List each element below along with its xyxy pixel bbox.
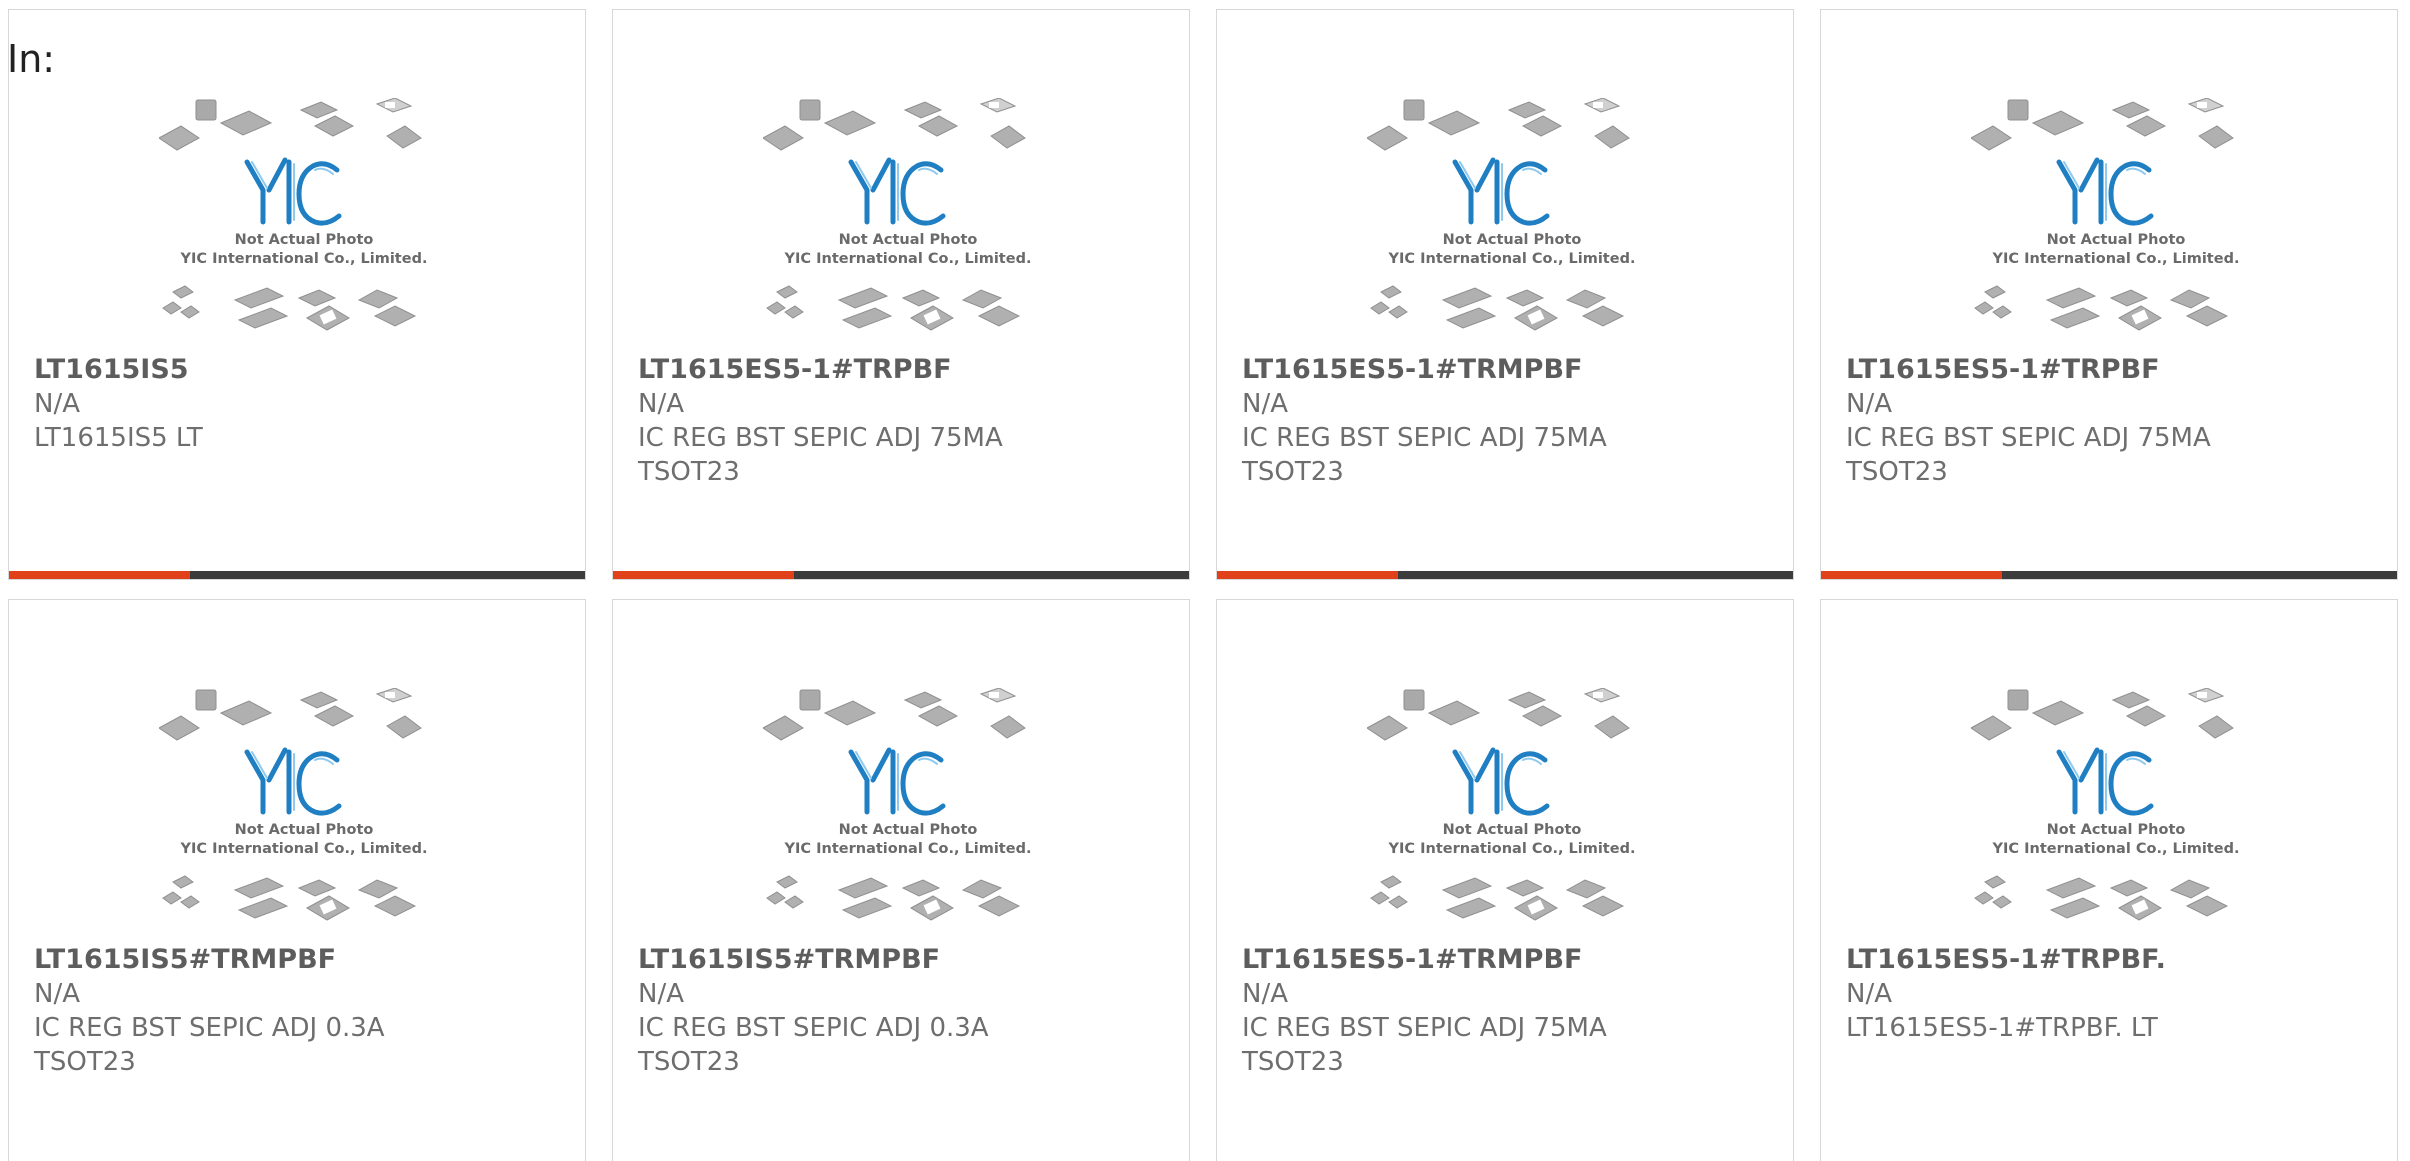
chip-packages-placeholder-icon: Not Actual Photo YIC International Co., …	[159, 688, 428, 921]
description-package: TSOT23	[34, 1047, 136, 1077]
description-package: TSOT23	[638, 457, 740, 487]
product-grid-page: In: Not Actual Photo YIC International C…	[0, 0, 2410, 1161]
svg-text:Not Actual Photo: Not Actual Photo	[839, 822, 978, 838]
svg-text:Not Actual Photo: Not Actual Photo	[235, 822, 374, 838]
chip-packages-placeholder-icon: Not Actual Photo YIC International Co., …	[763, 98, 1032, 331]
manufacturer: N/A	[34, 979, 80, 1009]
svg-text:YIC International Co., Limited: YIC International Co., Limited.	[180, 841, 428, 857]
product-card[interactable]: Not Actual Photo YIC International Co., …	[8, 599, 586, 1161]
product-card[interactable]: Not Actual Photo YIC International Co., …	[1820, 9, 2398, 580]
description: LT1615IS5 LT	[34, 423, 203, 453]
card-accent-bar	[9, 571, 190, 579]
description-package: TSOT23	[1242, 457, 1344, 487]
description: LT1615ES5-1#TRPBF. LT	[1846, 1013, 2158, 1043]
card-bottom-bar	[1217, 571, 1793, 579]
description: IC REG BST SEPIC ADJ 0.3A	[638, 1013, 989, 1043]
svg-text:Not Actual Photo: Not Actual Photo	[839, 232, 978, 248]
chip-packages-placeholder-icon: Not Actual Photo YIC International Co., …	[763, 688, 1032, 921]
manufacturer: N/A	[638, 979, 684, 1009]
svg-text:YIC International Co., Limited: YIC International Co., Limited.	[784, 841, 1032, 857]
description: IC REG BST SEPIC ADJ 0.3A	[34, 1013, 385, 1043]
description: IC REG BST SEPIC ADJ 75MA	[1242, 423, 1607, 453]
product-info: LT1615ES5-1#TRMPBF N/A IC REG BST SEPIC …	[1242, 943, 1773, 1079]
svg-text:YIC International Co., Limited: YIC International Co., Limited.	[1388, 251, 1636, 267]
product-card[interactable]: Not Actual Photo YIC International Co., …	[612, 9, 1190, 580]
product-card[interactable]: Not Actual Photo YIC International Co., …	[1216, 9, 1794, 580]
part-number[interactable]: LT1615ES5-1#TRMPBF	[1242, 943, 1773, 977]
product-card[interactable]: Not Actual Photo YIC International Co., …	[1820, 599, 2398, 1161]
svg-text:Not Actual Photo: Not Actual Photo	[235, 232, 374, 248]
svg-text:Not Actual Photo: Not Actual Photo	[2047, 232, 2186, 248]
card-bottom-bar	[1821, 571, 2397, 579]
part-number[interactable]: LT1615IS5#TRMPBF	[34, 943, 565, 977]
part-number[interactable]: LT1615ES5-1#TRPBF.	[1846, 943, 2377, 977]
description: IC REG BST SEPIC ADJ 75MA	[1242, 1013, 1607, 1043]
product-info: LT1615ES5-1#TRMPBF N/A IC REG BST SEPIC …	[1242, 353, 1773, 489]
chip-packages-placeholder-icon: Not Actual Photo YIC International Co., …	[1367, 98, 1636, 331]
manufacturer: N/A	[1846, 979, 1892, 1009]
svg-text:YIC International Co., Limited: YIC International Co., Limited.	[784, 251, 1032, 267]
product-info: LT1615ES5-1#TRPBF N/A IC REG BST SEPIC A…	[638, 353, 1169, 489]
card-accent-bar	[1821, 571, 2002, 579]
svg-text:Not Actual Photo: Not Actual Photo	[1443, 232, 1582, 248]
part-number[interactable]: LT1615ES5-1#TRMPBF	[1242, 353, 1773, 387]
card-bottom-bar	[9, 571, 585, 579]
manufacturer: N/A	[638, 389, 684, 419]
description: IC REG BST SEPIC ADJ 75MA	[638, 423, 1003, 453]
manufacturer: N/A	[1846, 389, 1892, 419]
description-package: TSOT23	[1846, 457, 1948, 487]
product-info: LT1615IS5#TRMPBF N/A IC REG BST SEPIC AD…	[34, 943, 565, 1079]
product-card[interactable]: Not Actual Photo YIC International Co., …	[612, 599, 1190, 1161]
chip-packages-placeholder-icon: Not Actual Photo YIC International Co., …	[1367, 688, 1636, 921]
part-number[interactable]: LT1615ES5-1#TRPBF	[638, 353, 1169, 387]
product-info: LT1615ES5-1#TRPBF. N/A LT1615ES5-1#TRPBF…	[1846, 943, 2377, 1045]
description-package: TSOT23	[638, 1047, 740, 1077]
product-card[interactable]: Not Actual Photo YIC International Co., …	[1216, 599, 1794, 1161]
description: IC REG BST SEPIC ADJ 75MA	[1846, 423, 2211, 453]
svg-text:Not Actual Photo: Not Actual Photo	[2047, 822, 2186, 838]
svg-text:YIC International Co., Limited: YIC International Co., Limited.	[1388, 841, 1636, 857]
card-bottom-bar	[613, 571, 1189, 579]
card-accent-bar	[613, 571, 794, 579]
part-number[interactable]: LT1615IS5	[34, 353, 565, 387]
product-info: LT1615IS5#TRMPBF N/A IC REG BST SEPIC AD…	[638, 943, 1169, 1079]
card-accent-bar	[1217, 571, 1398, 579]
description-package: TSOT23	[1242, 1047, 1344, 1077]
svg-text:YIC International Co., Limited: YIC International Co., Limited.	[180, 251, 428, 267]
manufacturer: N/A	[1242, 389, 1288, 419]
product-card[interactable]: Not Actual Photo YIC International Co., …	[8, 9, 586, 580]
in-label: In:	[7, 37, 56, 81]
chip-packages-placeholder-icon: Not Actual Photo YIC International Co., …	[159, 98, 428, 331]
chip-packages-placeholder-icon: Not Actual Photo YIC International Co., …	[1971, 688, 2240, 921]
manufacturer: N/A	[34, 389, 80, 419]
product-info: LT1615ES5-1#TRPBF N/A IC REG BST SEPIC A…	[1846, 353, 2377, 489]
part-number[interactable]: LT1615IS5#TRMPBF	[638, 943, 1169, 977]
svg-text:YIC International Co., Limited: YIC International Co., Limited.	[1992, 841, 2240, 857]
svg-text:YIC International Co., Limited: YIC International Co., Limited.	[1992, 251, 2240, 267]
manufacturer: N/A	[1242, 979, 1288, 1009]
svg-text:Not Actual Photo: Not Actual Photo	[1443, 822, 1582, 838]
chip-packages-placeholder-icon: Not Actual Photo YIC International Co., …	[1971, 98, 2240, 331]
part-number[interactable]: LT1615ES5-1#TRPBF	[1846, 353, 2377, 387]
product-info: LT1615IS5 N/A LT1615IS5 LT	[34, 353, 565, 455]
